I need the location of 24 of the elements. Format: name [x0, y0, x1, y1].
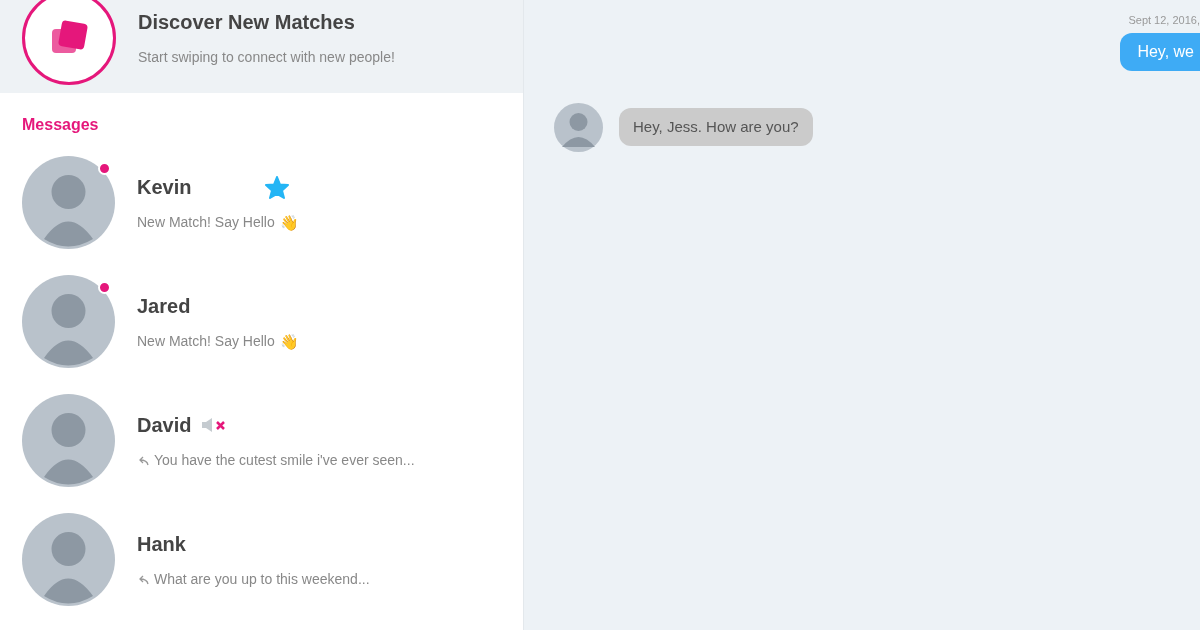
message-preview: What are you up to this weekend... [154, 570, 370, 589]
message-preview: New Match! Say Hello [137, 332, 275, 351]
sent-message-bubble: Hey, we [1120, 32, 1200, 71]
contact-name: Hank [137, 532, 186, 557]
contact-name: Kevin [137, 175, 192, 200]
conversation-item[interactable]: David You have the cutest smile i've ever seen... [0, 381, 523, 500]
message-preview: You have the cutest smile i've ever seen... [154, 451, 415, 470]
reply-arrow-icon [137, 574, 149, 585]
message-timestamp: Sept 12, 2016, [1128, 13, 1200, 28]
cards-icon [49, 19, 89, 56]
messages-heading: Messages [21, 115, 100, 135]
contact-name: David [137, 413, 192, 438]
conversation-item[interactable]: Kevin New Match! Say Hello 👋 [0, 143, 523, 262]
reply-arrow-icon [137, 455, 149, 466]
waving-hand-emoji: 👋 [279, 215, 299, 230]
conversation-item[interactable]: Hank What are you up to this weekend... [0, 500, 523, 619]
message-preview: New Match! Say Hello [137, 213, 275, 232]
waving-hand-emoji: 👋 [279, 334, 299, 349]
conversation-item[interactable]: Jared New Match! Say Hello 👋 [0, 262, 523, 381]
discover-title: Discover New Matches [138, 10, 356, 35]
contact-name: Jared [137, 294, 191, 319]
received-message-bubble: Hey, Jess. How are you? [619, 107, 813, 147]
avatar [554, 102, 603, 152]
discover-subtitle: Start swiping to connect with new people! [138, 48, 395, 67]
